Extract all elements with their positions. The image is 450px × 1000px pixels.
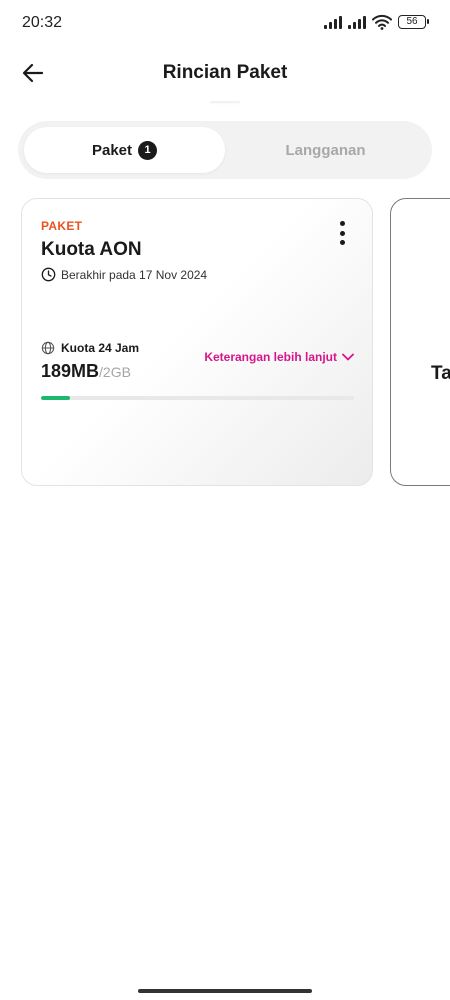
package-card[interactable]: PAKET Kuota AON Berakhir pada 17 Nov 202… (21, 198, 373, 486)
status-icons: 56 (324, 14, 429, 30)
quota-progress-bar (41, 396, 354, 400)
quota-total: /2GB (99, 364, 131, 380)
wifi-icon (372, 14, 392, 30)
status-time: 20:32 (22, 14, 63, 31)
screen: 20:32 56 Rincian Paket Paket 1 Langganan… (0, 0, 450, 1000)
more-options-icon[interactable] (334, 221, 350, 245)
tab-paket-badge: 1 (138, 140, 158, 160)
signal-icon (348, 15, 366, 29)
detail-link[interactable]: Keterangan lebih lanjut (204, 350, 354, 364)
quota-amount: 189MB /2GB (41, 361, 131, 382)
quota-used: 189MB (41, 361, 100, 381)
package-title: Kuota AON (41, 239, 142, 260)
chevron-down-icon (342, 353, 354, 361)
package-category: PAKET (41, 219, 83, 233)
tab-paket-label: Paket (91, 141, 133, 159)
battery-icon: 56 (398, 15, 429, 29)
quota-label: Kuota 24 Jam (61, 341, 140, 355)
status-bar: 20:32 56 (0, 0, 450, 44)
next-package-card[interactable]: Ta (390, 198, 450, 486)
quota-progress-fill (41, 396, 70, 400)
home-indicator (138, 989, 312, 993)
globe-icon (41, 341, 55, 355)
tab-bar: Paket 1 Langganan (18, 121, 432, 179)
page-title: Rincian Paket (162, 62, 288, 83)
next-card-label: Ta (431, 363, 450, 384)
tab-langganan-label: Langganan (285, 141, 366, 159)
tab-paket[interactable]: Paket 1 (24, 127, 225, 173)
expiry-row: Berakhir pada 17 Nov 2024 (41, 267, 207, 282)
scroll-hint (210, 101, 240, 105)
expiry-text: Berakhir pada 17 Nov 2024 (61, 267, 208, 282)
clock-icon (41, 267, 56, 282)
signal-icon (324, 15, 342, 29)
tab-langganan[interactable]: Langganan (225, 127, 426, 173)
header: Rincian Paket (0, 50, 450, 96)
quota-row: Kuota 24 Jam (41, 341, 139, 355)
battery-level: 56 (406, 16, 418, 27)
detail-link-label: Keterangan lebih lanjut (204, 350, 337, 364)
